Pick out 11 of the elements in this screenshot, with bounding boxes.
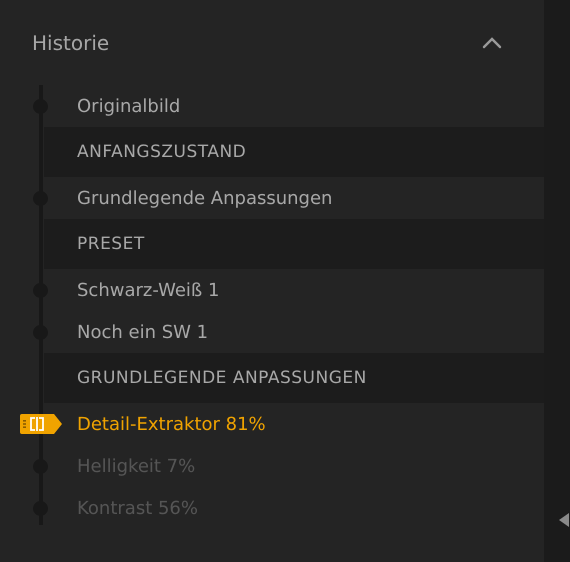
- history-group-header: GRUNDLEGENDE ANPASSUNGEN: [44, 353, 544, 403]
- history-step[interactable]: Noch ein SW 1: [77, 322, 208, 342]
- expand-left-icon[interactable]: [558, 512, 570, 528]
- chevron-icon: [482, 36, 502, 48]
- history-step[interactable]: Grundlegende Anpassungen: [77, 188, 332, 208]
- history-step[interactable]: Originalbild: [77, 96, 180, 116]
- history-group-header: ANFANGSZUSTAND: [44, 127, 544, 177]
- history-step[interactable]: Detail-Extraktor 81%: [77, 414, 266, 434]
- panel-title: Historie: [32, 30, 110, 54]
- history-step[interactable]: Schwarz-Weiß 1: [77, 280, 220, 300]
- history-group-header: PRESET: [44, 219, 544, 269]
